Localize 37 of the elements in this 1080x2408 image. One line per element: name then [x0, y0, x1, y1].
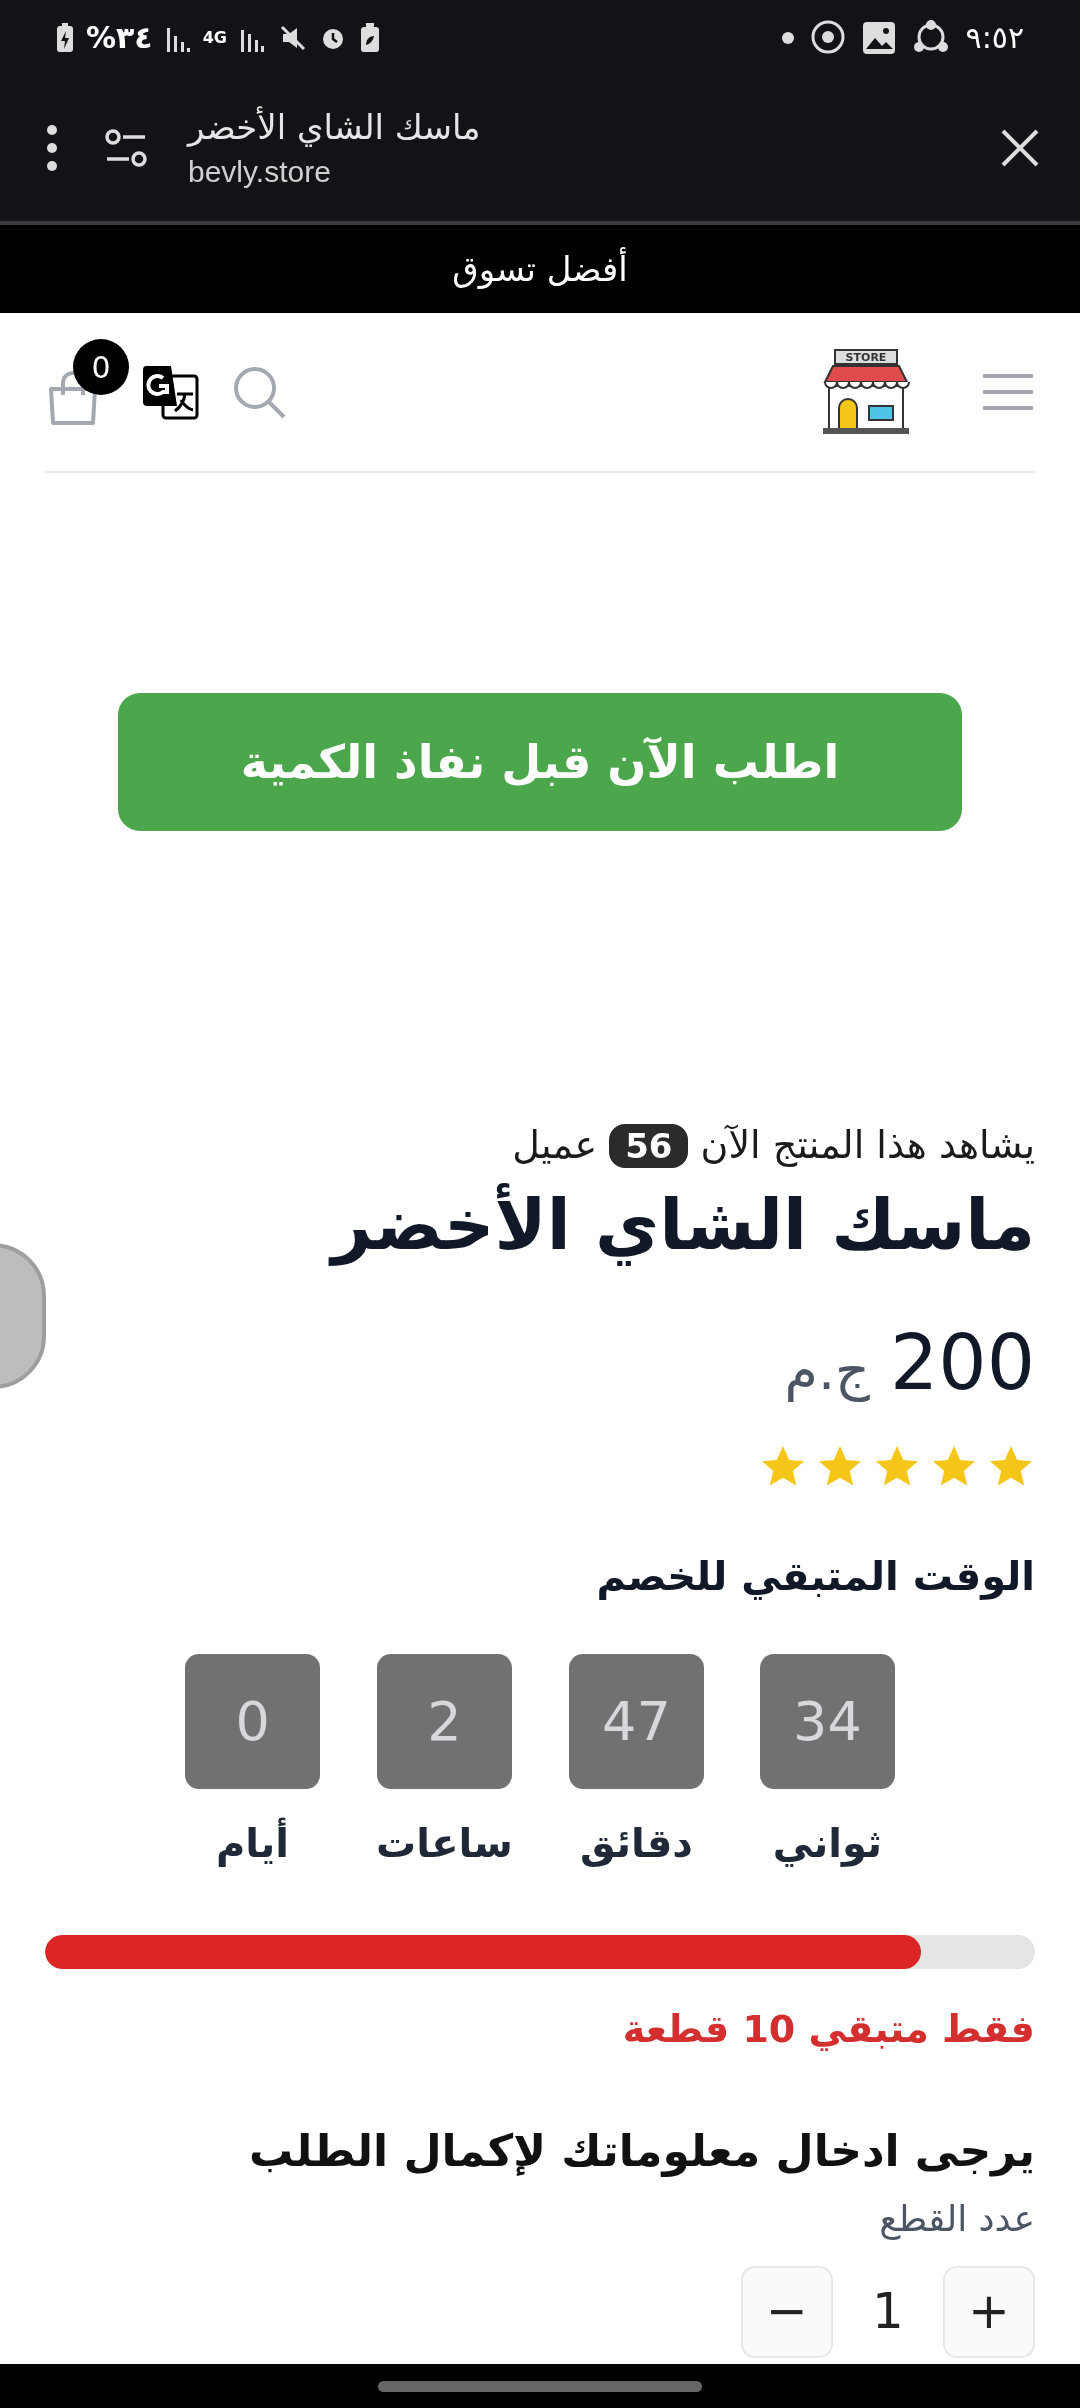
stock-remaining-text: فقط متبقي 10 قطعة	[621, 2005, 1035, 2053]
countdown-value: 34	[759, 1653, 895, 1789]
viewers-text: عميل	[512, 1122, 598, 1169]
viewers-text: يشاهد هذا المنتج الآن	[700, 1122, 1035, 1169]
battery-saver-icon	[358, 22, 381, 53]
countdown-value: 0	[185, 1653, 321, 1789]
close-icon[interactable]	[1000, 128, 1040, 168]
battery-percentage: %٣٤	[86, 19, 153, 57]
battery-charging-icon	[56, 22, 74, 53]
countdown-unit-label: أيام	[216, 1816, 290, 1869]
countdown-value: 2	[377, 1653, 512, 1789]
home-handle[interactable]	[378, 2380, 702, 2392]
mute-icon	[278, 23, 307, 52]
network-type: 4G	[202, 29, 227, 46]
countdown-value: 47	[568, 1653, 704, 1789]
countdown-unit-label: ثواني	[772, 1818, 883, 1869]
countdown-unit-label: دقائق	[580, 1818, 693, 1869]
page-url: bevly.store	[188, 153, 332, 190]
promo-banner: أفضل تسوق	[0, 225, 1080, 313]
quantity-value: 1	[871, 2281, 905, 2342]
product-price: 200	[889, 1316, 1035, 1409]
product-title: ماسك الشاي الأخضر	[45, 1182, 1035, 1270]
increase-button[interactable]: +	[943, 2265, 1035, 2358]
countdown-unit-label: ساعات	[376, 1818, 513, 1868]
countdown-title: الوقت المتبقي للخصم	[595, 1551, 1035, 1602]
decrease-button[interactable]: −	[741, 2265, 833, 2358]
page-title: ماسك الشاي الأخضر	[188, 106, 482, 149]
translate-icon[interactable]	[141, 364, 199, 420]
clock-time: ٩:٥٢	[965, 19, 1024, 57]
image-icon	[861, 20, 896, 55]
form-title: يرجى ادخال معلوماتك لإكمال الطلب	[248, 2123, 1035, 2179]
store-logo[interactable]: STORE	[821, 348, 911, 436]
site-settings-icon[interactable]	[104, 128, 148, 168]
currency-label: ج.م	[784, 1337, 870, 1404]
viewers-count-badge: 56	[609, 1123, 689, 1168]
quantity-label: عدد القطع	[878, 2196, 1035, 2242]
cart-count-badge: 0	[73, 339, 129, 395]
